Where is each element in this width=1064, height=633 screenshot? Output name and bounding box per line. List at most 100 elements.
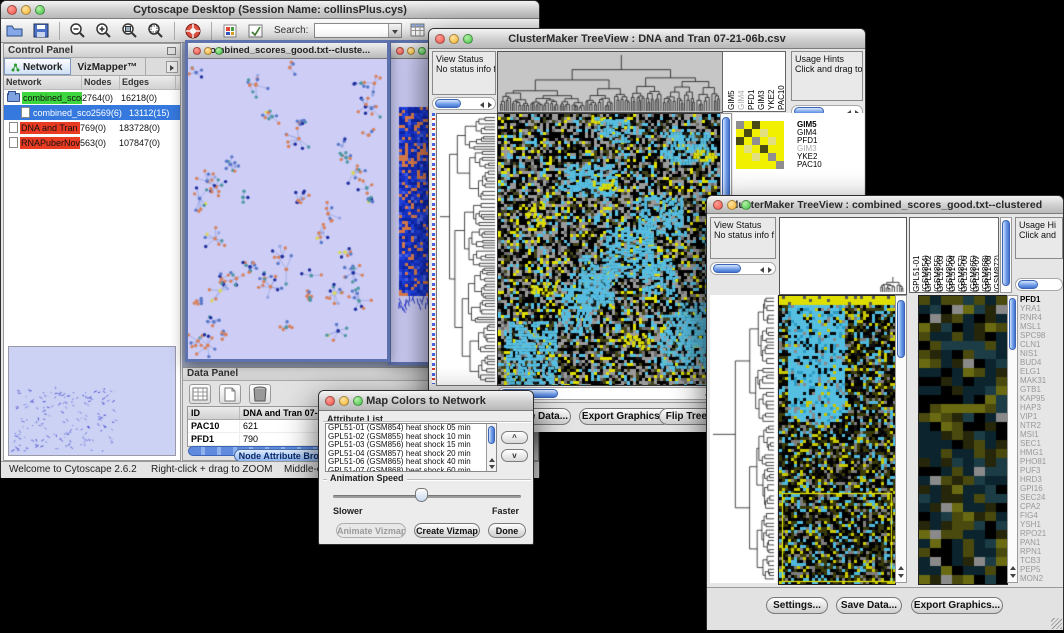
gene-label[interactable]: MON2 xyxy=(1020,574,1062,583)
zoom-window-icon[interactable] xyxy=(353,396,363,406)
scroll-thumb[interactable] xyxy=(1002,220,1010,286)
gene-label[interactable]: YRA1 xyxy=(1020,304,1062,313)
treeview1-title-bar[interactable]: ClusterMaker TreeView : DNA and Tran 07-… xyxy=(429,29,865,49)
annotation-icon[interactable] xyxy=(246,21,266,40)
minimize-icon[interactable] xyxy=(339,396,349,406)
global-vscrollbar[interactable] xyxy=(895,295,907,583)
animate-vizmap-button[interactable]: Animate Vizmap xyxy=(336,523,406,538)
gene-label[interactable]: CLN1 xyxy=(1020,340,1062,349)
column-dendrogram[interactable] xyxy=(497,51,723,113)
delete-attribute-icon[interactable] xyxy=(249,384,271,404)
tab-network[interactable]: Network xyxy=(4,58,71,75)
minimize-icon[interactable] xyxy=(727,200,737,210)
row-label[interactable]: PAC10 xyxy=(797,161,857,169)
zoom-heatmap[interactable] xyxy=(918,295,1008,585)
main-heatmap[interactable] xyxy=(497,113,721,386)
move-up-button[interactable]: ^ xyxy=(501,431,528,444)
network-list-row[interactable]: combined_scores2764(0)16218(0) xyxy=(4,90,180,105)
move-down-button[interactable]: v xyxy=(501,449,528,462)
gene-label[interactable]: VIP1 xyxy=(1020,412,1062,421)
scroll-thumb[interactable] xyxy=(713,264,741,273)
close-icon[interactable] xyxy=(435,34,445,44)
gene-label[interactable]: PHO81 xyxy=(1020,457,1062,466)
gene-label[interactable]: RPN1 xyxy=(1020,547,1062,556)
gene-label[interactable]: HAP3 xyxy=(1020,403,1062,412)
tab-overflow-icon[interactable] xyxy=(166,61,178,73)
network-overview-thumbnail[interactable] xyxy=(8,346,176,456)
zoom-window-icon[interactable] xyxy=(463,34,473,44)
zoom-window-icon[interactable] xyxy=(418,47,426,55)
zoom-window-icon[interactable] xyxy=(741,200,751,210)
new-attribute-icon[interactable] xyxy=(219,384,241,404)
search-dropdown-icon[interactable] xyxy=(388,24,401,37)
close-icon[interactable] xyxy=(396,47,404,55)
gene-label[interactable]: GTB1 xyxy=(1020,385,1062,394)
zoom-heatmap[interactable] xyxy=(736,121,784,169)
view-status-scrollbar[interactable] xyxy=(710,262,776,275)
close-icon[interactable] xyxy=(713,200,723,210)
gene-label[interactable]: NIS1 xyxy=(1020,349,1062,358)
save-data-button[interactable]: Save Data... xyxy=(836,597,902,614)
gene-label[interactable]: HMG1 xyxy=(1020,448,1062,457)
gene-label[interactable]: ELG1 xyxy=(1020,367,1062,376)
genes-vscrollbar[interactable] xyxy=(1007,295,1018,583)
gene-label[interactable]: PFD1 xyxy=(1020,295,1062,304)
float-panel-icon[interactable] xyxy=(167,47,176,55)
scroll-thumb[interactable] xyxy=(488,426,495,444)
zoom-in-icon[interactable] xyxy=(94,21,114,40)
gene-label[interactable]: RNR4 xyxy=(1020,313,1062,322)
resize-grip[interactable] xyxy=(1051,618,1062,629)
zoom-selected-icon[interactable] xyxy=(146,21,166,40)
gene-label[interactable]: SEC24 xyxy=(1020,493,1062,502)
scroll-thumb[interactable] xyxy=(435,99,461,108)
row-dendrogram[interactable] xyxy=(710,295,777,583)
gene-label[interactable]: SEC1 xyxy=(1020,439,1062,448)
gene-label[interactable]: YSH1 xyxy=(1020,520,1062,529)
gene-label[interactable]: GPI16 xyxy=(1020,484,1062,493)
global-heatmap[interactable] xyxy=(778,295,896,585)
close-icon[interactable] xyxy=(325,396,335,406)
gene-label[interactable]: PEP5 xyxy=(1020,565,1062,574)
gene-label[interactable]: MAK31 xyxy=(1020,376,1062,385)
open-file-icon[interactable] xyxy=(5,21,25,40)
zoom-window-icon[interactable] xyxy=(215,47,223,55)
zoom-window-icon[interactable] xyxy=(35,5,45,15)
gene-label[interactable]: PUF3 xyxy=(1020,466,1062,475)
labels-vscrollbar[interactable] xyxy=(1000,217,1012,293)
gene-label[interactable]: HRD3 xyxy=(1020,475,1062,484)
row-dendrogram[interactable] xyxy=(436,113,498,386)
scroll-thumb[interactable] xyxy=(1009,298,1016,350)
minimize-icon[interactable] xyxy=(204,47,212,55)
column-dendrogram[interactable] xyxy=(779,217,907,295)
frame1-title-bar[interactable]: combined_scores_good.txt--cluste... xyxy=(188,43,387,59)
select-attributes-icon[interactable] xyxy=(189,384,211,404)
gene-label[interactable]: FIG4 xyxy=(1020,511,1062,520)
gene-label[interactable]: RPO21 xyxy=(1020,529,1062,538)
scroll-thumb[interactable] xyxy=(897,300,905,358)
minimize-icon[interactable] xyxy=(407,47,415,55)
network-list-row[interactable]: combined_sco2569(6)13112(15) xyxy=(4,105,180,120)
gene-label[interactable]: NTR2 xyxy=(1020,421,1062,430)
gene-label[interactable]: TCB3 xyxy=(1020,556,1062,565)
attribute-list-scrollbar[interactable] xyxy=(486,424,496,471)
scroll-thumb[interactable] xyxy=(1018,280,1038,289)
gene-label[interactable]: CPA2 xyxy=(1020,502,1062,511)
gene-label[interactable]: BUD4 xyxy=(1020,358,1062,367)
animation-slider-thumb[interactable] xyxy=(415,488,428,502)
close-icon[interactable] xyxy=(7,5,17,15)
minimize-icon[interactable] xyxy=(449,34,459,44)
main-title-bar[interactable]: Cytoscape Desktop (Session Name: collins… xyxy=(1,1,539,19)
gene-label[interactable]: SPC98 xyxy=(1020,331,1062,340)
dialog-title-bar[interactable]: Map Colors to Network xyxy=(319,391,533,411)
gene-label[interactable]: KAP95 xyxy=(1020,394,1062,403)
attribute-list[interactable]: GPL51-01 (GSM854) heat shock 05 minGPL51… xyxy=(325,423,497,472)
gene-label[interactable]: MSI1 xyxy=(1020,430,1062,439)
attribute-table-icon[interactable] xyxy=(408,21,428,40)
view-status-scrollbar[interactable] xyxy=(432,97,496,110)
help-lifering-icon[interactable] xyxy=(183,21,203,40)
network-canvas-1[interactable] xyxy=(188,59,387,359)
done-button[interactable]: Done xyxy=(488,523,526,538)
settings-button[interactable]: Settings... xyxy=(766,597,828,614)
attribute-item[interactable]: GPL51-07 (GSM868) heat shock 60 min xyxy=(326,467,496,472)
tab-vizmapper[interactable]: VizMapper™ xyxy=(71,58,146,75)
